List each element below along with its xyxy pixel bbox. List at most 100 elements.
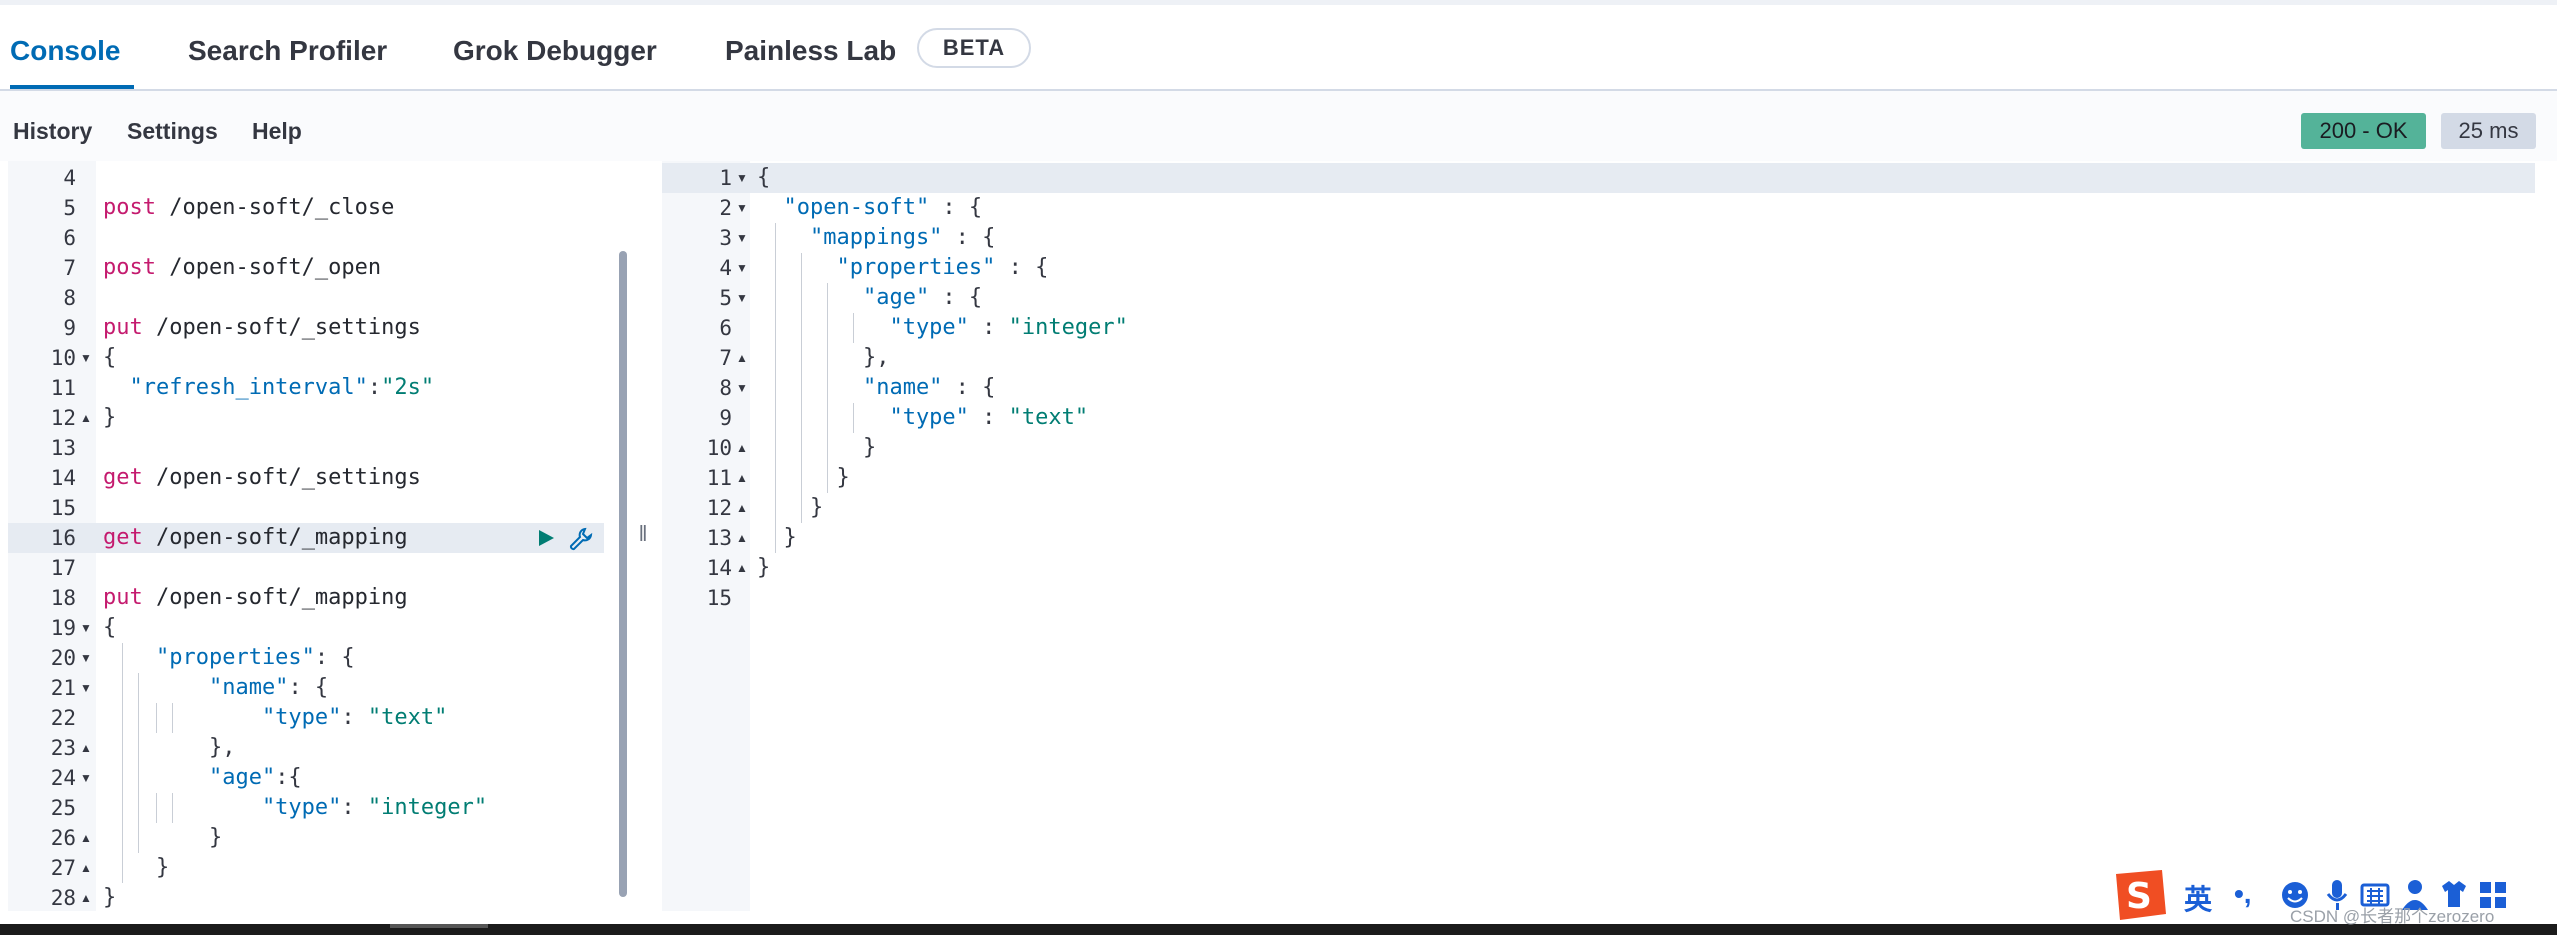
line-number: 10	[50, 346, 76, 370]
editor-line[interactable]: 10 ▼ {	[8, 343, 604, 373]
output-line: 11 ▲ }	[662, 463, 2535, 493]
output-line: 6 "type" : "integer"	[662, 313, 2535, 343]
editor-line[interactable]: 26 ▲ }	[8, 823, 604, 853]
code-text: }	[103, 855, 170, 880]
code-path: /open-soft/_close	[155, 195, 395, 220]
status-badge: 200 - OK	[2301, 113, 2426, 149]
fold-expand-icon[interactable]: ▲	[736, 523, 748, 553]
request-editor[interactable]: 4 5 post /open-soft/_close 6 7 post /open-sof…	[8, 161, 660, 911]
editor-line[interactable]: 27 ▲ }	[8, 853, 604, 883]
response-output: 1 ▼{2 ▼ "open-soft" : {3 ▼ "mappings" : {4 ▼…	[662, 161, 2535, 911]
tab-grok-debugger[interactable]: Grok Debugger	[453, 35, 657, 67]
editor-line[interactable]: 9 put /open-soft/_settings	[8, 313, 604, 343]
fold-expand-icon[interactable]: ▲	[80, 403, 92, 433]
fold-expand-icon[interactable]: ▲	[736, 493, 748, 523]
code-text: "refresh_interval":"2s"	[103, 373, 434, 403]
fold-collapse-icon[interactable]: ▼	[80, 613, 92, 643]
line-number: 11	[50, 376, 76, 400]
line-number: 10	[706, 436, 732, 460]
code-method: get	[103, 525, 143, 550]
editor-line[interactable]: 6	[8, 223, 604, 253]
editor-line[interactable]: 12 ▲}	[8, 403, 604, 433]
editor-line[interactable]: 7 post /open-soft/_open	[8, 253, 604, 283]
editor-line[interactable]: 11 "refresh_interval":"2s"	[8, 373, 604, 403]
line-number: 5	[719, 286, 732, 310]
editor-scrollbar[interactable]	[619, 251, 627, 897]
line-number: 17	[50, 556, 76, 580]
editor-line[interactable]: 20 ▼ "properties": {	[8, 643, 604, 673]
fold-collapse-icon[interactable]: ▼	[736, 373, 748, 403]
line-number: 19	[50, 616, 76, 640]
ime-punctuation-toggle[interactable]: •,	[2234, 878, 2252, 910]
output-line: 1 ▼ {	[662, 163, 2535, 193]
editor-line[interactable]: 24 ▼ "age":{	[8, 763, 604, 793]
code-text: }	[757, 555, 771, 580]
fold-expand-icon[interactable]: ▲	[736, 343, 748, 373]
code-text: {	[103, 345, 117, 370]
fold-collapse-icon[interactable]: ▼	[736, 193, 748, 223]
fold-collapse-icon[interactable]: ▼	[736, 163, 748, 193]
editor-line[interactable]: 8	[8, 283, 604, 313]
editor-line[interactable]: 4	[8, 163, 604, 193]
line-number: 26	[50, 826, 76, 850]
sogou-logo-icon[interactable]: S	[2108, 868, 2170, 924]
fold-collapse-icon[interactable]: ▼	[736, 283, 748, 313]
indent-guide	[138, 673, 139, 853]
fold-collapse-icon[interactable]: ▼	[80, 673, 92, 703]
fold-expand-icon[interactable]: ▲	[736, 553, 748, 583]
editor-line[interactable]: 17	[8, 553, 604, 583]
code-text: }	[757, 493, 823, 523]
editor-line[interactable]: 19 ▼ {	[8, 613, 604, 643]
wrench-icon[interactable]	[568, 526, 594, 552]
editor-line[interactable]: 14 get /open-soft/_settings	[8, 463, 604, 493]
editor-line[interactable]: 16 get /open-soft/_mapping	[8, 523, 604, 553]
tab-search-profiler[interactable]: Search Profiler	[188, 35, 387, 67]
tab-console[interactable]: Console	[10, 35, 120, 67]
fold-collapse-icon[interactable]: ▼	[736, 253, 748, 283]
line-number: 2	[719, 196, 732, 220]
fold-collapse-icon[interactable]: ▼	[80, 343, 92, 373]
code-text: get /open-soft/_mapping	[103, 523, 408, 553]
history-link[interactable]: History	[13, 118, 92, 145]
fold-collapse-icon[interactable]: ▼	[80, 643, 92, 673]
line-number: 18	[50, 586, 76, 610]
code-sep: :	[341, 795, 368, 820]
editor-line[interactable]: 25 "type": "integer"	[8, 793, 604, 823]
fold-expand-icon[interactable]: ▲	[736, 433, 748, 463]
editor-line[interactable]: 18 put /open-soft/_mapping	[8, 583, 604, 613]
code-method: post	[103, 195, 156, 220]
fold-collapse-icon[interactable]: ▼	[80, 763, 92, 793]
code-text: }	[757, 553, 770, 583]
fold-expand-icon[interactable]: ▲	[80, 823, 92, 853]
settings-link[interactable]: Settings	[127, 118, 218, 145]
editor-line[interactable]: 22 "type": "text"	[8, 703, 604, 733]
output-line: 7 ▲ },	[662, 343, 2535, 373]
code-text: "open-soft" : {	[757, 193, 982, 223]
output-line: 9 "type" : "text"	[662, 403, 2535, 433]
ime-language-toggle[interactable]: 英	[2184, 878, 2212, 918]
tab-painless-lab[interactable]: Painless Lab	[725, 35, 896, 67]
panel-resize-handle[interactable]: ‖	[636, 520, 650, 548]
line-number: 9	[63, 316, 76, 340]
editor-line[interactable]: 21 ▼ "name": {	[8, 673, 604, 703]
editor-line[interactable]: 5 post /open-soft/_close	[8, 193, 604, 223]
fold-expand-icon[interactable]: ▲	[736, 463, 748, 493]
code-method: put	[103, 585, 143, 610]
help-link[interactable]: Help	[252, 118, 302, 145]
code-text: "properties": {	[103, 643, 355, 673]
fold-collapse-icon[interactable]: ▼	[736, 223, 748, 253]
editor-line[interactable]: 15	[8, 493, 604, 523]
editor-line[interactable]: 28 ▲}	[8, 883, 604, 911]
taskbar-item[interactable]	[390, 924, 488, 928]
line-number: 12	[706, 496, 732, 520]
fold-expand-icon[interactable]: ▲	[80, 733, 92, 763]
run-request-icon[interactable]	[536, 528, 556, 548]
fold-expand-icon[interactable]: ▲	[80, 853, 92, 883]
editor-line[interactable]: 13	[8, 433, 604, 463]
indent-guide	[156, 793, 157, 823]
code-text: },	[757, 345, 890, 370]
fold-expand-icon[interactable]: ▲	[80, 883, 92, 911]
editor-line[interactable]: 23 ▲ },	[8, 733, 604, 763]
code-key: "mappings"	[757, 225, 943, 250]
line-number: 4	[719, 256, 732, 280]
